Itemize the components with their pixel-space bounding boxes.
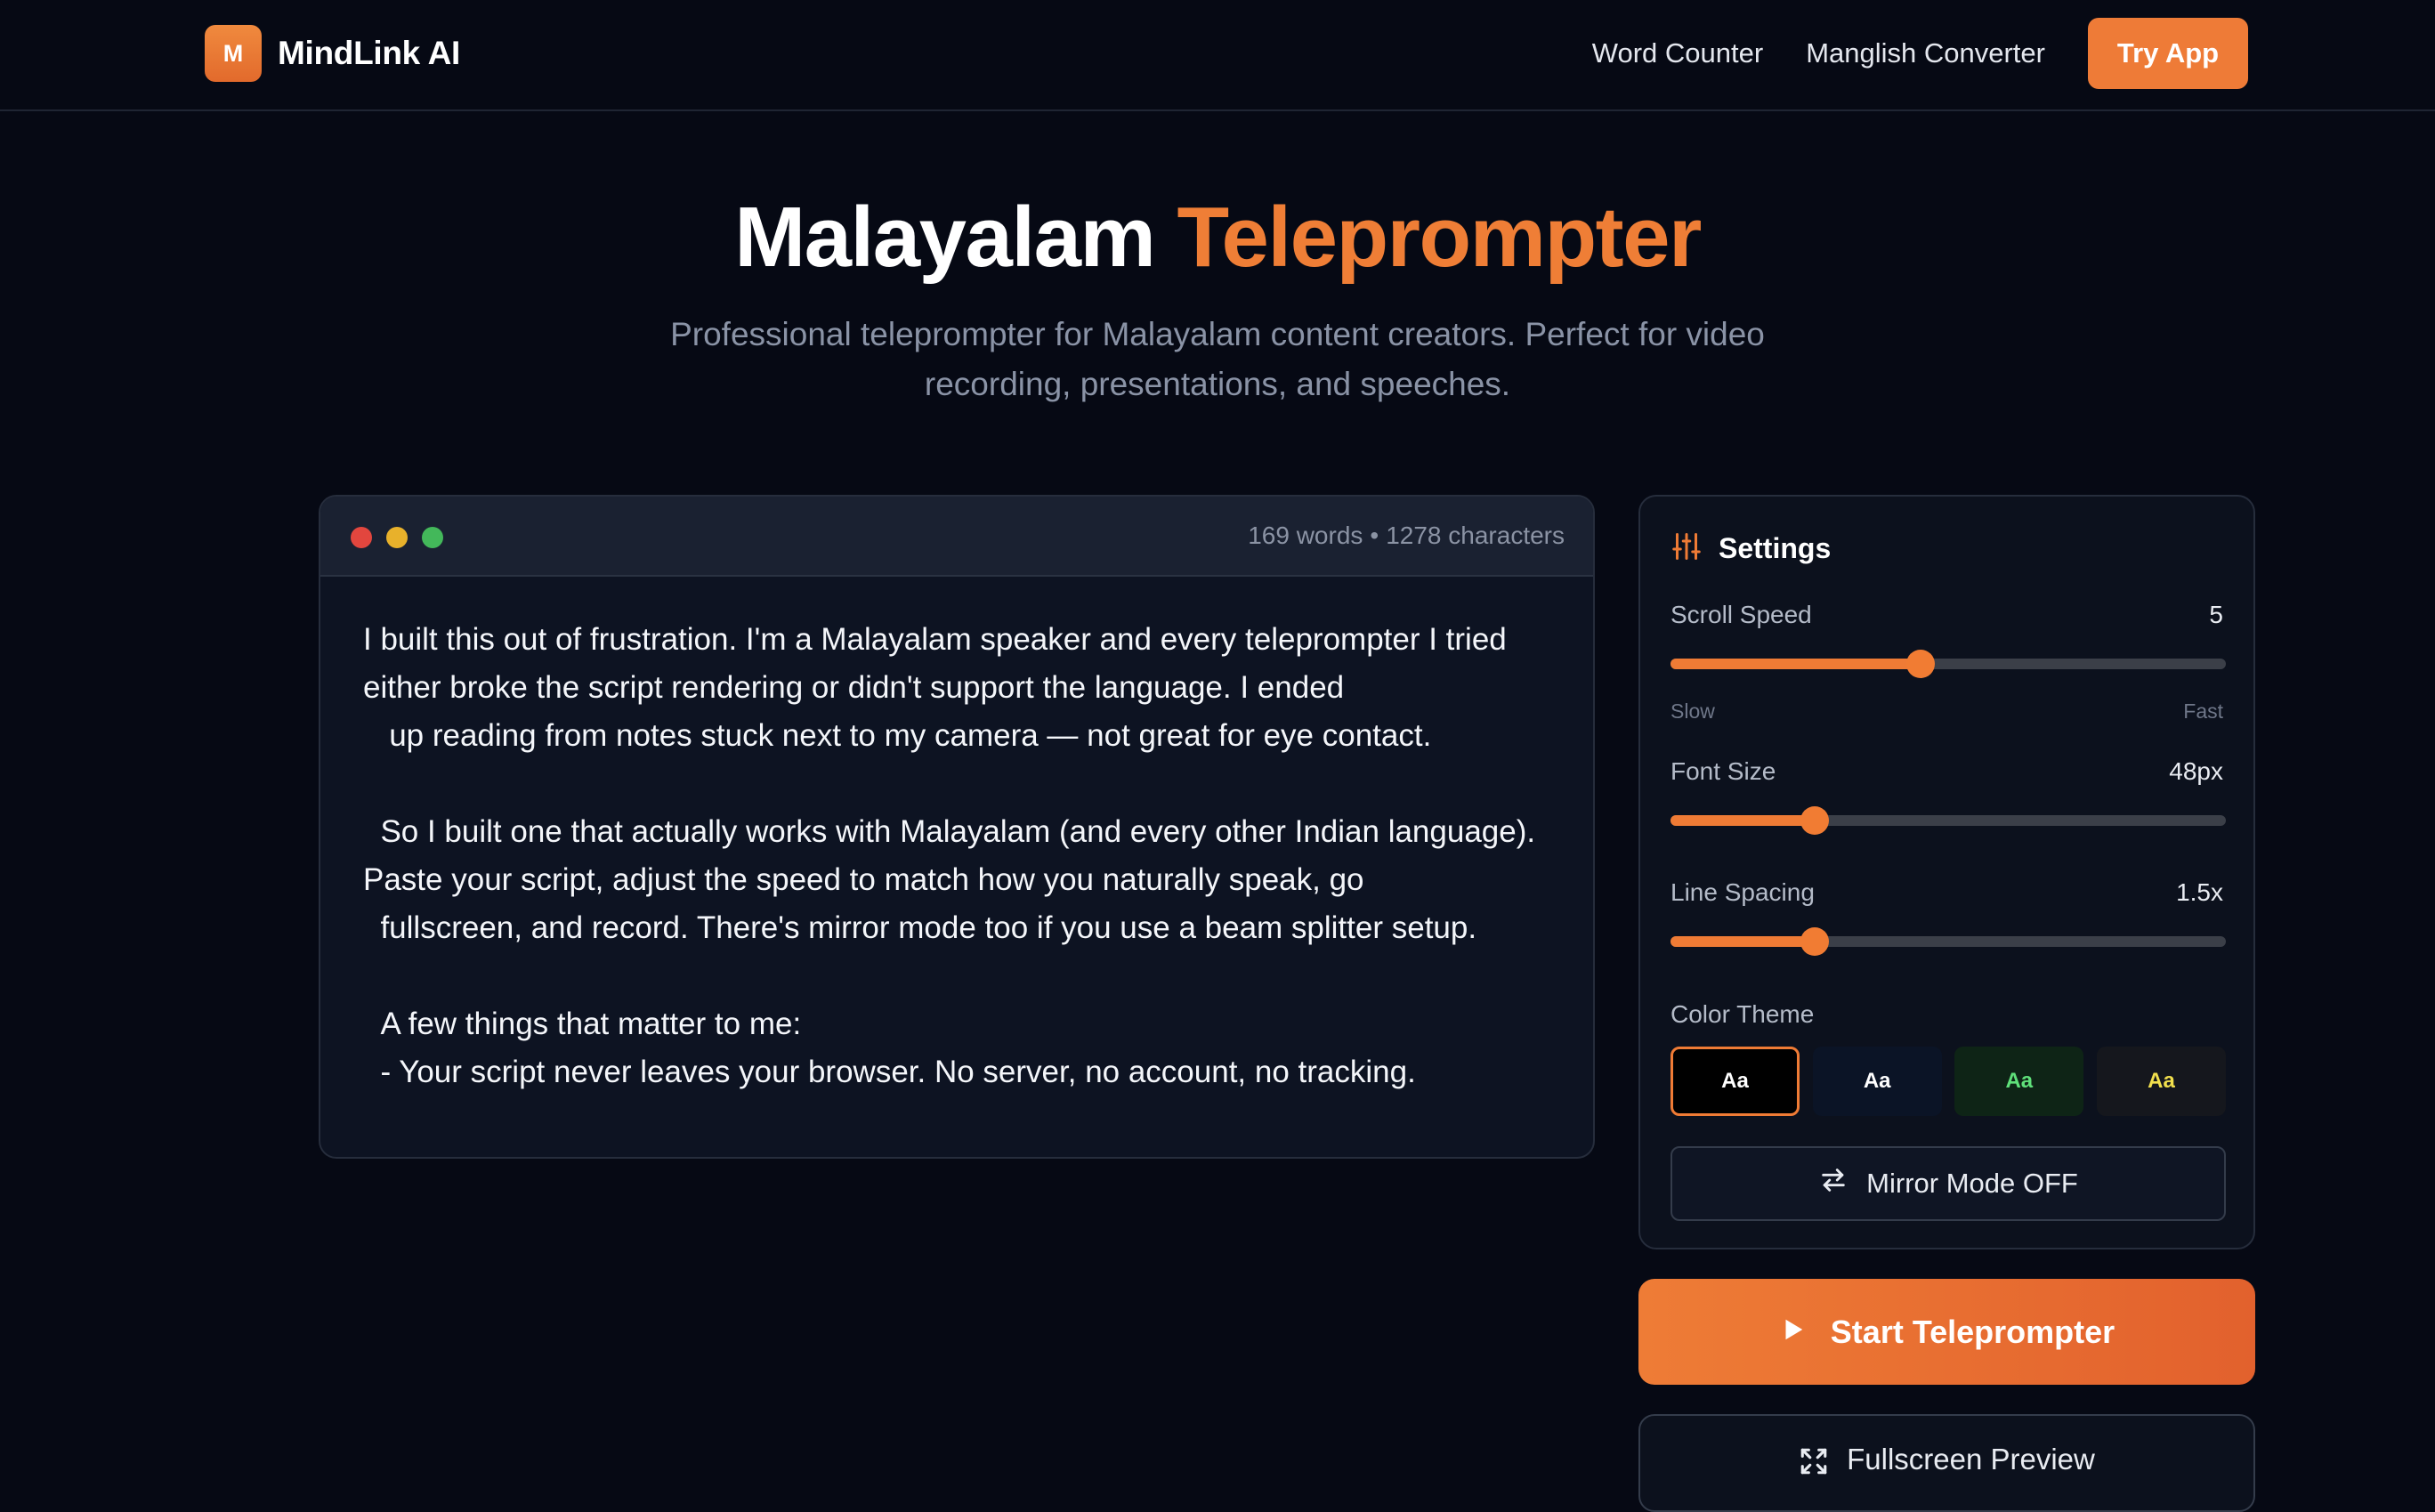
scroll-speed-label: Scroll Speed [1671, 601, 1812, 628]
window-minimize-dot [386, 527, 408, 548]
nav-link-word-counter[interactable]: Word Counter [1592, 37, 1763, 69]
swap-arrows-icon [1818, 1165, 1866, 1202]
line-spacing-slider[interactable] [1671, 927, 2226, 956]
color-theme-label: Color Theme [1671, 1000, 1815, 1028]
sliders-icon [1671, 530, 1703, 567]
scroll-speed-fill [1671, 659, 1921, 669]
brand-name: MindLink AI [278, 35, 460, 71]
font-size-slider[interactable] [1671, 806, 2226, 835]
scroll-speed-value: 5 [2209, 601, 2223, 628]
window-maximize-dot [422, 527, 443, 548]
brand[interactable]: M MindLink AI [205, 25, 460, 82]
start-teleprompter-label: Start Teleprompter [1830, 1313, 2115, 1350]
page-subtitle: Professional teleprompter for Malayalam … [670, 316, 1765, 402]
scroll-speed-min-hint: Slow [1671, 699, 1715, 723]
play-icon [1779, 1314, 1831, 1351]
nav-link-manglish-converter[interactable]: Manglish Converter [1806, 37, 2045, 69]
font-size-thumb[interactable] [1800, 806, 1830, 835]
color-theme-options: Aa Aa Aa Aa [1671, 1047, 2226, 1116]
stats-separator: • [1370, 522, 1379, 549]
font-size-label: Font Size [1671, 757, 1776, 785]
script-editor: 169 words • 1278 characters I built this o… [319, 495, 1595, 1159]
theme-option-yellow[interactable]: Aa [2096, 1047, 2226, 1116]
try-app-button[interactable]: Try App [2088, 18, 2248, 89]
theme-option-green[interactable]: Aa [1954, 1047, 2084, 1116]
brand-logo: M [205, 25, 262, 82]
editor-toolbar: 169 words • 1278 characters [320, 497, 1593, 577]
mirror-mode-button[interactable]: Mirror Mode OFF [1671, 1146, 2226, 1221]
scroll-speed-max-hint: Fast [2183, 699, 2223, 723]
theme-option-black[interactable]: Aa [1671, 1047, 1800, 1116]
fullscreen-preview-button[interactable]: Fullscreen Preview [1638, 1414, 2255, 1512]
page-title-accent: Teleprompter [1177, 190, 1702, 285]
line-spacing-label: Line Spacing [1671, 878, 1815, 906]
line-spacing-fill [1671, 936, 1816, 947]
page-title: Malayalam Teleprompter [0, 189, 2435, 287]
fullscreen-preview-label: Fullscreen Preview [1847, 1443, 2095, 1476]
settings-title: Settings [1719, 532, 1832, 564]
scroll-speed-slider[interactable] [1671, 650, 2226, 678]
theme-option-navy[interactable]: Aa [1812, 1047, 1942, 1116]
top-nav: M MindLink AI Word Counter Manglish Conv… [0, 0, 2435, 111]
character-count: 1278 characters [1386, 522, 1565, 549]
script-stats: 169 words • 1278 characters [1248, 522, 1565, 550]
font-size-value: 48px [2169, 757, 2223, 785]
line-spacing-value: 1.5x [2176, 878, 2223, 906]
nav-links: Word Counter Manglish Converter Try App [1592, 18, 2248, 89]
settings-header: Settings [1671, 530, 1831, 567]
word-count: 169 words [1248, 522, 1363, 549]
scroll-speed-thumb[interactable] [1905, 650, 1935, 678]
start-teleprompter-button[interactable]: Start Teleprompter [1638, 1279, 2255, 1385]
window-close-dot [351, 527, 372, 548]
line-spacing-thumb[interactable] [1800, 927, 1830, 956]
mirror-mode-label: Mirror Mode OFF [1866, 1168, 2078, 1199]
expand-icon [1799, 1443, 1847, 1484]
script-textarea[interactable]: I built this out of frustration. I'm a M… [320, 577, 1593, 1096]
font-size-fill [1671, 815, 1816, 826]
settings-panel: Settings Scroll Speed 5 Slow Fast Font S… [1638, 495, 2255, 1249]
page-title-plain: Malayalam [734, 190, 1156, 285]
